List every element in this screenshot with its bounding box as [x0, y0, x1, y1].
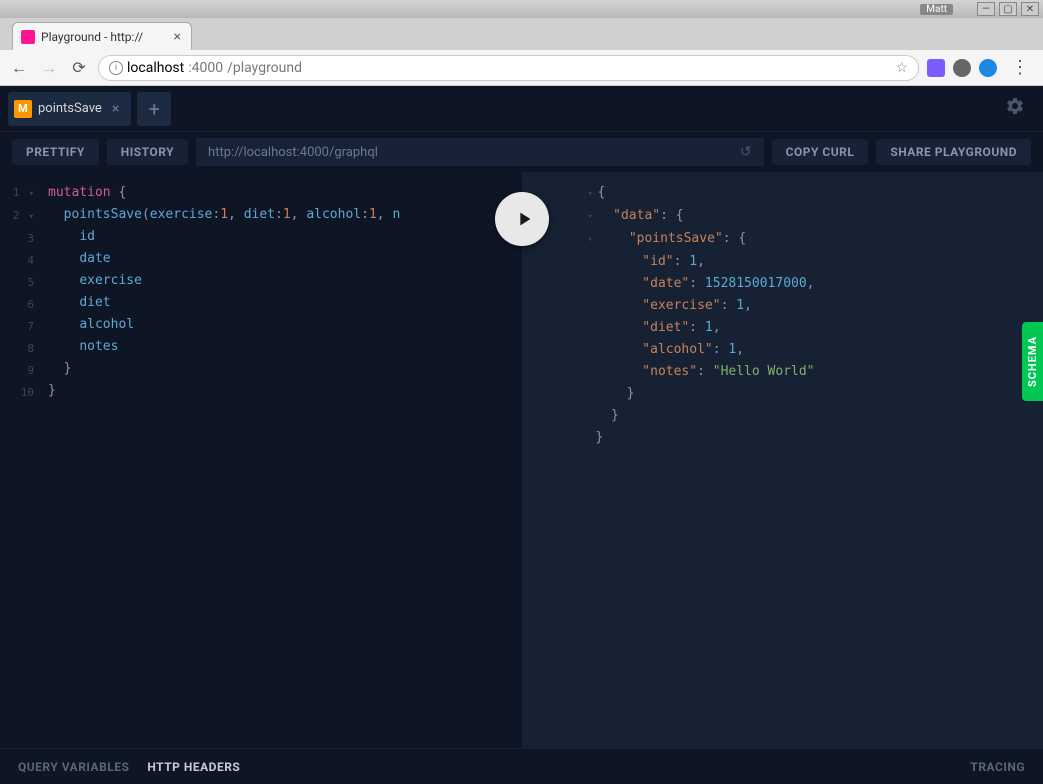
bookmark-star-icon[interactable]: ☆: [895, 60, 908, 76]
site-info-icon[interactable]: i: [109, 61, 123, 75]
url-port: :4000: [188, 60, 223, 76]
tab-close-icon[interactable]: ×: [174, 29, 181, 45]
playground-tabs: M pointsSave × +: [0, 86, 1043, 132]
reload-button[interactable]: ⟳: [68, 57, 90, 79]
extension-icon[interactable]: [979, 59, 997, 77]
browser-tab-title: Playground - http://: [41, 30, 143, 44]
url-path: /playground: [227, 60, 302, 76]
playground-tab[interactable]: M pointsSave ×: [8, 92, 131, 126]
browser-tab[interactable]: Playground - http:// ×: [12, 22, 192, 50]
result-code: ▾{ ▾ "data": { ▾ "pointsSave": { "id": 1…: [588, 182, 1043, 449]
endpoint-input[interactable]: http://localhost:4000/graphql ↺: [196, 138, 764, 166]
new-tab-button[interactable]: +: [137, 92, 171, 126]
close-window-button[interactable]: ✕: [1021, 2, 1039, 16]
copy-curl-button[interactable]: COPY CURL: [772, 139, 869, 165]
tracing-tab[interactable]: TRACING: [970, 760, 1025, 774]
endpoint-text: http://localhost:4000/graphql: [208, 145, 378, 160]
query-code[interactable]: mutation { pointsSave(exercise:1, diet:1…: [48, 182, 522, 402]
http-headers-tab[interactable]: HTTP HEADERS: [147, 760, 240, 774]
history-button[interactable]: HISTORY: [107, 139, 188, 165]
share-playground-button[interactable]: SHARE PLAYGROUND: [876, 139, 1031, 165]
address-bar[interactable]: i localhost:4000/playground ☆: [98, 55, 919, 81]
playground-app: M pointsSave × + PRETTIFY HISTORY http:/…: [0, 86, 1043, 784]
maximize-button[interactable]: ▢: [999, 2, 1017, 16]
query-editor[interactable]: 1 ▾ 2 ▾ 3 4 5 6 7 8 9 10 mutation { poin…: [0, 172, 522, 748]
settings-gear-icon[interactable]: [995, 96, 1035, 121]
favicon-icon: [21, 30, 35, 44]
schema-tab[interactable]: SCHEMA: [1022, 322, 1043, 401]
browser-toolbar: ← → ⟳ i localhost:4000/playground ☆ ⋮: [0, 50, 1043, 86]
execute-button[interactable]: [495, 192, 549, 246]
minimize-button[interactable]: —: [977, 2, 995, 16]
endpoint-reload-icon[interactable]: ↺: [740, 144, 752, 160]
playground-bottom-bar: QUERY VARIABLES HTTP HEADERS TRACING: [0, 748, 1043, 784]
playground-toolbar: PRETTIFY HISTORY http://localhost:4000/g…: [0, 132, 1043, 172]
tab-name: pointsSave: [38, 101, 102, 116]
result-pane[interactable]: ▾{ ▾ "data": { ▾ "pointsSave": { "id": 1…: [522, 172, 1043, 748]
os-user-badge: Matt: [920, 4, 953, 15]
back-button[interactable]: ←: [8, 57, 30, 79]
forward-button[interactable]: →: [38, 57, 60, 79]
prettify-button[interactable]: PRETTIFY: [12, 139, 99, 165]
extension-icon[interactable]: [953, 59, 971, 77]
os-titlebar: Matt — ▢ ✕: [0, 0, 1043, 18]
extension-icon[interactable]: [927, 59, 945, 77]
tab-close-icon[interactable]: ×: [112, 101, 119, 117]
url-host: localhost: [127, 60, 184, 76]
browser-tabstrip: Playground - http:// ×: [0, 18, 1043, 50]
line-gutter: 1 ▾ 2 ▾ 3 4 5 6 7 8 9 10: [0, 182, 40, 404]
playground-main: 1 ▾ 2 ▾ 3 4 5 6 7 8 9 10 mutation { poin…: [0, 172, 1043, 748]
query-variables-tab[interactable]: QUERY VARIABLES: [18, 760, 129, 774]
browser-menu-icon[interactable]: ⋮: [1005, 57, 1035, 78]
tab-badge: M: [14, 100, 32, 118]
